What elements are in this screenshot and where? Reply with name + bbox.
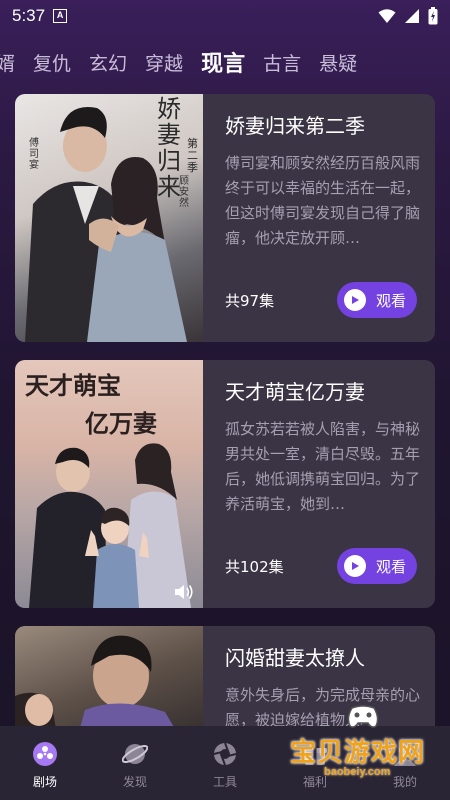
card-footer: 共102集 观看 xyxy=(225,548,417,584)
notification-a-icon: A xyxy=(53,9,68,23)
status-time: 5:37 xyxy=(12,6,46,25)
episode-count: 共102集 xyxy=(225,557,284,576)
drama-title[interactable]: 天才萌宝亿万妻 xyxy=(225,376,421,405)
nav-label-theater: 剧场 xyxy=(32,774,57,789)
poster-subtitle-text: 第二季 xyxy=(187,137,198,174)
watermark-logo: 宝贝游戏网 baobeiy.com xyxy=(290,702,442,782)
planet-icon xyxy=(122,743,148,764)
card-body: 娇妻归来第二季 傅司宴和顾安然经历百般风雨终于可以幸福的生活在一起，但这时傅司宴… xyxy=(203,94,435,342)
watermark-url: baobeiy.com xyxy=(324,766,391,778)
episode-count: 共97集 xyxy=(225,291,275,310)
nav-label-tools: 工具 xyxy=(212,774,237,789)
tab-ancient-romance[interactable]: 古言 xyxy=(254,49,310,76)
play-icon xyxy=(344,289,366,311)
aperture-icon xyxy=(213,742,237,765)
watch-button[interactable]: 观看 xyxy=(337,548,417,584)
poster-title-line2: 亿万妻 xyxy=(85,409,157,438)
poster-title-line1: 天才萌宝 xyxy=(25,371,121,400)
drama-title[interactable]: 闪婚甜妻太撩人 xyxy=(225,642,421,671)
watch-button-label: 观看 xyxy=(376,291,407,310)
category-tabs: 婿 复仇 玄幻 穿越 现言 古言 悬疑 xyxy=(0,42,450,82)
drama-description: 傅司宴和顾安然经历百般风雨终于可以幸福的生活在一起，但这时傅司宴发现自己得了脑瘤… xyxy=(225,154,421,247)
card-footer: 共97集 观看 xyxy=(225,282,417,318)
drama-card[interactable]: 天才萌宝 亿万妻 天才萌宝亿万妻 孤女苏若若被人陷害，与神秘男共处一室，清白尽毁… xyxy=(15,360,435,608)
battery-icon xyxy=(428,7,438,25)
card-body: 天才萌宝亿万妻 孤女苏若若被人陷害，与神秘男共处一室，清白尽毁。五年后，她低调携… xyxy=(203,360,435,608)
poster-actor-right: 顾安然 xyxy=(179,176,189,209)
poster-actor-left: 傅司宴 xyxy=(29,138,39,171)
theater-icon xyxy=(33,741,57,766)
watch-button[interactable]: 观看 xyxy=(337,282,417,318)
wifi-icon xyxy=(378,9,396,23)
tab-modern-romance[interactable]: 现言 xyxy=(192,46,254,78)
status-icons xyxy=(378,7,438,25)
nav-item-discover[interactable]: 发现 xyxy=(95,741,175,790)
status-bar: 5:37 A xyxy=(0,0,450,32)
drama-description: 孤女苏若若被人陷害，与神秘男共处一室，清白尽毁。五年后，她低调携萌宝回归。为了养… xyxy=(225,420,421,513)
drama-card[interactable]: 娇妻归来 第二季 傅司宴 顾安然 娇妻归来第二季 傅司宴和顾安然经历百般风雨终于… xyxy=(15,94,435,342)
drama-poster[interactable]: 娇妻归来 第二季 傅司宴 顾安然 xyxy=(15,94,203,342)
watermark-text: 宝贝游戏网 xyxy=(290,738,426,768)
watch-button-label: 观看 xyxy=(376,557,407,576)
signal-icon xyxy=(405,9,419,23)
nav-item-theater[interactable]: 剧场 xyxy=(5,741,85,790)
play-icon xyxy=(344,555,366,577)
tab-mystery[interactable]: 悬疑 xyxy=(310,49,366,76)
drama-list: 娇妻归来 第二季 傅司宴 顾安然 娇妻归来第二季 傅司宴和顾安然经历百般风雨终于… xyxy=(15,94,435,764)
tab-婿[interactable]: 婿 xyxy=(0,49,24,76)
drama-poster[interactable]: 天才萌宝 亿万妻 xyxy=(15,360,203,608)
nav-label-discover: 发现 xyxy=(122,774,147,789)
gamepad-icon xyxy=(347,705,379,728)
tab-revenge[interactable]: 复仇 xyxy=(24,49,80,76)
tab-time-travel[interactable]: 穿越 xyxy=(136,49,192,76)
tab-fantasy[interactable]: 玄幻 xyxy=(80,49,136,76)
drama-title[interactable]: 娇妻归来第二季 xyxy=(225,110,421,139)
volume-icon[interactable] xyxy=(173,582,195,602)
nav-item-tools[interactable]: 工具 xyxy=(185,741,265,790)
